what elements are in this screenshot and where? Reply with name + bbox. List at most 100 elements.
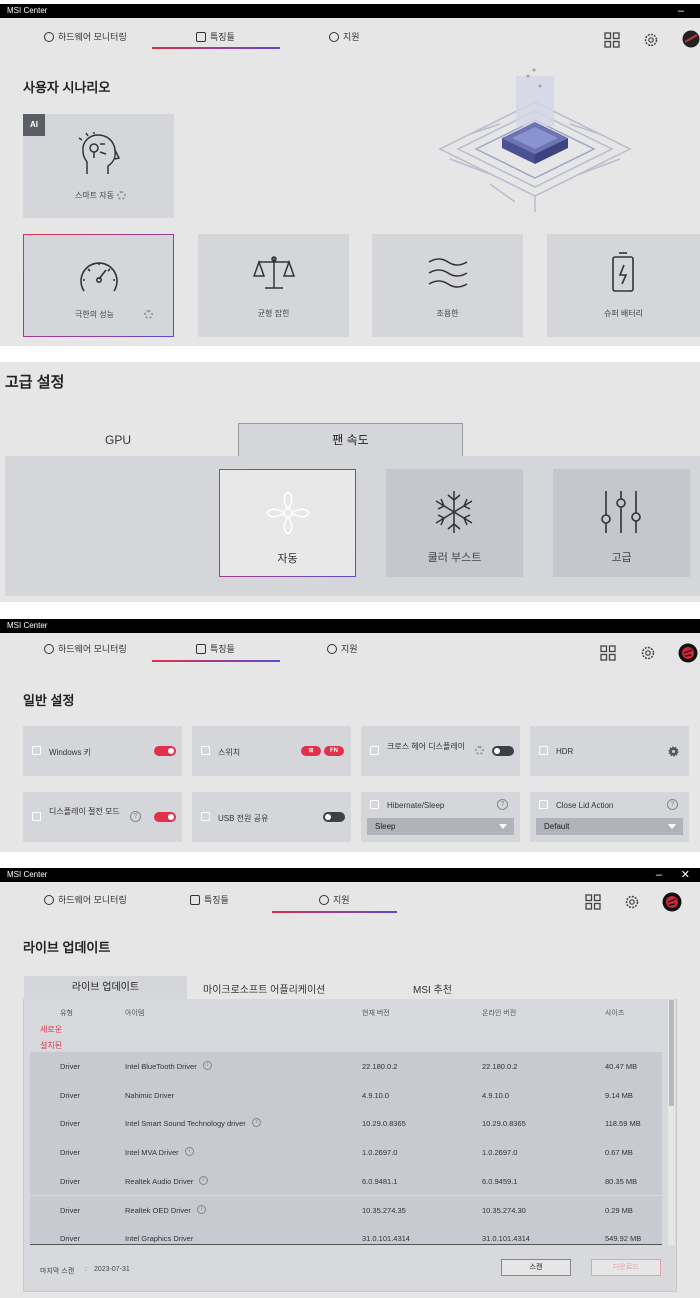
settings-gear-icon[interactable] (643, 32, 659, 48)
smart-auto-settings-icon[interactable] (117, 191, 126, 200)
display-power-toggle[interactable] (154, 812, 176, 822)
hibernate-label: Hibernate/Sleep (387, 801, 445, 810)
lid-select[interactable]: Default (536, 818, 683, 835)
group-new: 새로운 (40, 1025, 63, 1034)
active-tab-underline (152, 660, 280, 662)
tab-features[interactable]: 특징들 (190, 893, 229, 906)
tab-features[interactable]: 특징들 (196, 30, 235, 43)
row-type: Driver (60, 1062, 80, 1071)
scenario-label-balanced: 균형 잡힌 (257, 309, 290, 318)
scenario-label-battery: 슈퍼 배터리 (603, 309, 644, 318)
tab-support[interactable]: 지원 (319, 893, 350, 906)
scrollbar-track[interactable] (668, 1000, 675, 1245)
fan-auto-icon (266, 491, 310, 535)
row-current-version: 1.0.2697.0 (362, 1148, 398, 1158)
table-row[interactable]: Driver Realtek OED Driver 10.35.274.35 10.3… (30, 1195, 662, 1225)
avatar[interactable] (678, 643, 698, 663)
table-row[interactable]: Driver Nahimic Driver 4.9.10.0 4.9.10.0 9.14… (30, 1080, 662, 1110)
minimize-button[interactable]: – (678, 4, 684, 18)
smart-auto-card[interactable]: AI 스마트 자동 (23, 114, 174, 218)
support-icon (327, 643, 337, 654)
tab-msi-recommend[interactable]: MSI 추천 (413, 981, 452, 996)
general-panel: MSI Center 하드웨어 모니터링 특징들 지원 일반 설정 Window… (0, 619, 700, 852)
fan-mode-auto-label: 자동 (277, 553, 298, 565)
hibernate-help-icon[interactable]: ? (497, 799, 508, 810)
row-item: Intel Graphics Driver (125, 1234, 194, 1244)
fan-mode-advanced[interactable]: 고급 (553, 469, 690, 577)
display-power-help-icon[interactable]: ? (130, 811, 141, 822)
column-header-item: 아이템 (125, 1010, 145, 1017)
tab-support[interactable]: 지원 (329, 30, 360, 43)
fan-mode-cooler-boost[interactable]: 쿨러 부스트 (386, 469, 523, 577)
switch-fn-pill[interactable]: FN (324, 746, 344, 756)
scenario-card-balanced[interactable]: 균형 잡힌 (198, 234, 349, 337)
row-current-version: 6.0.9481.1 (362, 1176, 398, 1186)
settings-gear-icon[interactable] (640, 645, 656, 661)
tab-fan-speed[interactable]: 팬 속도 (238, 423, 463, 456)
info-icon[interactable]: i (199, 1175, 208, 1185)
tab-hardware-monitoring[interactable]: 하드웨어 모니터링 (44, 893, 127, 906)
hibernate-select[interactable]: Sleep (367, 818, 514, 835)
tab-live-update-label: 라이브 업데이트 (71, 982, 140, 993)
scenario-card-extreme[interactable]: 극한의 성능 (23, 234, 174, 337)
grid-view-icon[interactable] (585, 894, 601, 910)
crosshair-settings-icon[interactable] (475, 746, 484, 755)
tab-hardware-monitoring[interactable]: 하드웨어 모니터링 (44, 30, 127, 43)
row-size: 0.67 MB (605, 1148, 633, 1158)
crosshair-label: 크로스 헤어 디스플레이 (387, 742, 466, 751)
tab-support[interactable]: 지원 (327, 642, 358, 655)
row-item: Realtek Audio Driver (125, 1176, 194, 1186)
scenario-card-battery[interactable]: 슈퍼 배터리 (547, 234, 700, 337)
hdr-settings-icon[interactable] (668, 746, 679, 757)
chevron-down-icon (668, 824, 676, 829)
support-icon (319, 894, 329, 905)
fan-mode-advanced-label: 고급 (611, 552, 632, 564)
tab-hardware-monitoring[interactable]: 하드웨어 모니터링 (44, 642, 127, 655)
tab-microsoft-apps[interactable]: 마이크로소프트 어플리케이션 (203, 981, 325, 996)
page-title: 사용자 시나리오 (23, 80, 111, 95)
row-online-version: 22.180.0.2 (482, 1062, 518, 1071)
table-row[interactable]: Driver Realtek Audio Driver 6.0.9481.1 6.0.… (30, 1166, 662, 1196)
row-current-version: 31.0.101.4314 (362, 1234, 410, 1244)
extreme-settings-icon[interactable] (144, 310, 153, 319)
info-icon[interactable]: i (203, 1061, 212, 1070)
usb-icon (201, 812, 210, 821)
grid-view-icon[interactable] (604, 32, 620, 48)
hdr-label: HDR (556, 747, 574, 756)
ai-badge: AI (23, 114, 45, 136)
live-update-panel: MSI Center – ✕ 하드웨어 모니터링 특징들 지원 라이브 업데이트… (0, 868, 700, 1298)
crosshair-toggle[interactable] (492, 746, 514, 756)
close-button[interactable]: ✕ (681, 868, 690, 882)
app-title: MSI Center (7, 870, 48, 879)
avatar[interactable] (662, 892, 682, 912)
download-button[interactable]: 다운로드 (591, 1259, 661, 1276)
info-icon[interactable]: i (252, 1118, 261, 1128)
row-online-version: 31.0.101.4314 (482, 1234, 530, 1244)
table-row[interactable]: Driver Intel Smart Sound Technology drive… (30, 1109, 662, 1139)
snowflake-icon (435, 491, 473, 533)
app-title: MSI Center (7, 621, 48, 630)
info-icon[interactable]: i (185, 1147, 194, 1157)
tab-live-update[interactable]: 라이브 업데이트 (24, 976, 187, 999)
info-icon[interactable]: i (197, 1204, 206, 1214)
row-item: Intel Smart Sound Technology driver (125, 1119, 246, 1129)
lid-help-icon[interactable]: ? (667, 799, 678, 810)
scenario-card-silent[interactable]: 조용한 (372, 234, 523, 337)
table-row[interactable]: Driver Intel Graphics Driver 31.0.101.4314… (30, 1224, 662, 1245)
grid-view-icon[interactable] (600, 645, 616, 661)
fan-mode-auto[interactable]: 자동 (219, 469, 356, 577)
tab-gpu[interactable]: GPU (105, 433, 131, 447)
row-online-version: 6.0.9459.1 (482, 1176, 518, 1186)
table-row[interactable]: Driver Intel MVA Driver 1.0.2697.0 1.0.2697… (30, 1138, 662, 1167)
scrollbar-thumb[interactable] (669, 1000, 674, 1106)
scan-button[interactable]: 스캔 (501, 1259, 571, 1276)
tab-features[interactable]: 특징들 (196, 642, 235, 655)
minimize-button[interactable]: – (656, 868, 662, 882)
avatar[interactable] (682, 30, 700, 48)
windows-key-toggle[interactable] (154, 746, 176, 756)
settings-gear-icon[interactable] (624, 894, 640, 910)
table-row[interactable]: Driver Intel BlueTooth Driver 22.180.0.2 22… (30, 1052, 662, 1081)
usb-power-toggle[interactable] (323, 812, 345, 822)
row-type: Driver (60, 1148, 80, 1158)
switch-win-pill[interactable]: ⊞ (301, 746, 321, 756)
